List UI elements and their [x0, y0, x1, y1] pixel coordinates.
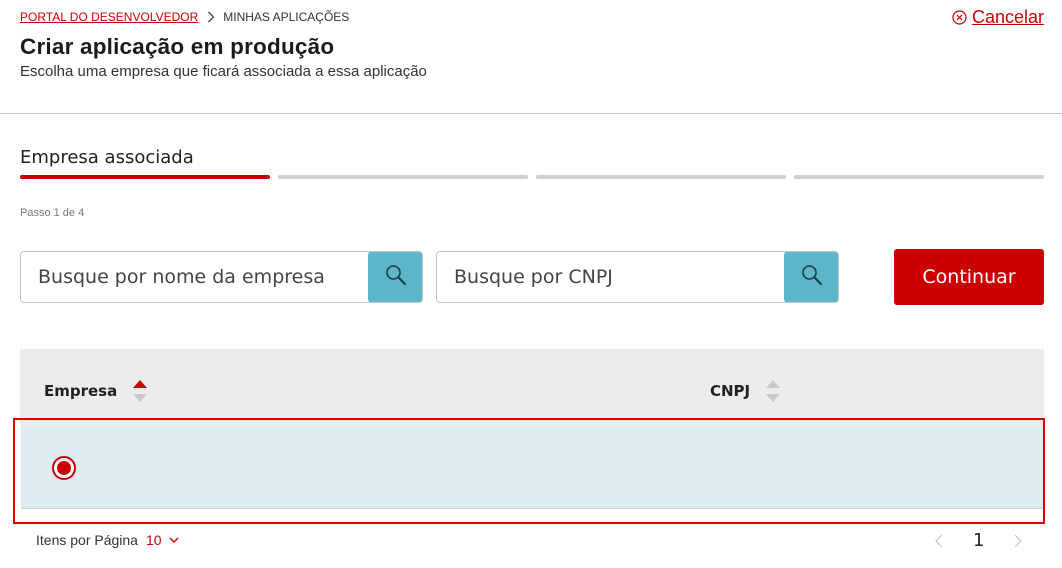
chevron-right-icon	[207, 11, 215, 23]
search-icon	[385, 264, 407, 291]
items-per-page: Itens por Página 10	[36, 532, 179, 548]
sort-icon	[765, 379, 781, 403]
company-name-input[interactable]	[21, 252, 368, 302]
company-name-search	[20, 251, 423, 303]
chevron-left-icon[interactable]	[930, 531, 948, 551]
radio-selected-dot	[57, 461, 71, 475]
chevron-right-icon[interactable]	[1009, 531, 1027, 551]
continue-button[interactable]: Continuar	[894, 249, 1044, 305]
step-bar-1	[20, 175, 270, 179]
page-title: Criar aplicação em produção	[20, 34, 335, 59]
sort-icon	[132, 379, 148, 403]
breadcrumb-current: MINHAS APLICAÇÕES	[223, 10, 350, 24]
step-label: Empresa associada	[20, 147, 194, 168]
page-subtitle: Escolha uma empresa que ficará associada…	[20, 63, 427, 80]
step-bar-2	[278, 175, 528, 179]
cancel-label: Cancelar	[971, 7, 1044, 27]
step-bar-3	[536, 175, 786, 179]
search-icon	[801, 264, 823, 291]
cnpj-search	[436, 251, 839, 303]
breadcrumb-link-portal[interactable]: PORTAL DO DESENVOLVEDOR	[20, 10, 198, 24]
company-name-search-button[interactable]	[368, 252, 422, 302]
breadcrumb: PORTAL DO DESENVOLVEDOR MINHAS APLICAÇÕE…	[20, 10, 349, 24]
cancel-button[interactable]: Cancelar	[952, 7, 1044, 28]
row-radio-button[interactable]	[52, 456, 76, 480]
cnpj-input[interactable]	[437, 252, 784, 302]
close-circle-icon	[952, 10, 967, 25]
pager: 1	[930, 530, 1027, 551]
chevron-down-icon	[169, 537, 179, 544]
step-counter: Passo 1 de 4	[20, 207, 85, 219]
column-header-empresa[interactable]: Empresa	[44, 379, 148, 403]
column-header-cnpj[interactable]: CNPJ	[710, 379, 781, 403]
column-label-cnpj: CNPJ	[710, 382, 751, 400]
current-page[interactable]: 1	[973, 530, 984, 551]
table-row[interactable]	[21, 427, 1043, 509]
column-label-empresa: Empresa	[44, 382, 118, 400]
items-per-page-select[interactable]: 10	[146, 532, 179, 548]
cnpj-search-button[interactable]	[784, 252, 838, 302]
table-header: Empresa CNPJ	[20, 349, 1044, 427]
items-per-page-value: 10	[145, 532, 162, 548]
step-bar-4	[794, 175, 1044, 179]
header-divider	[0, 113, 1062, 114]
items-per-page-label: Itens por Página	[36, 532, 138, 548]
